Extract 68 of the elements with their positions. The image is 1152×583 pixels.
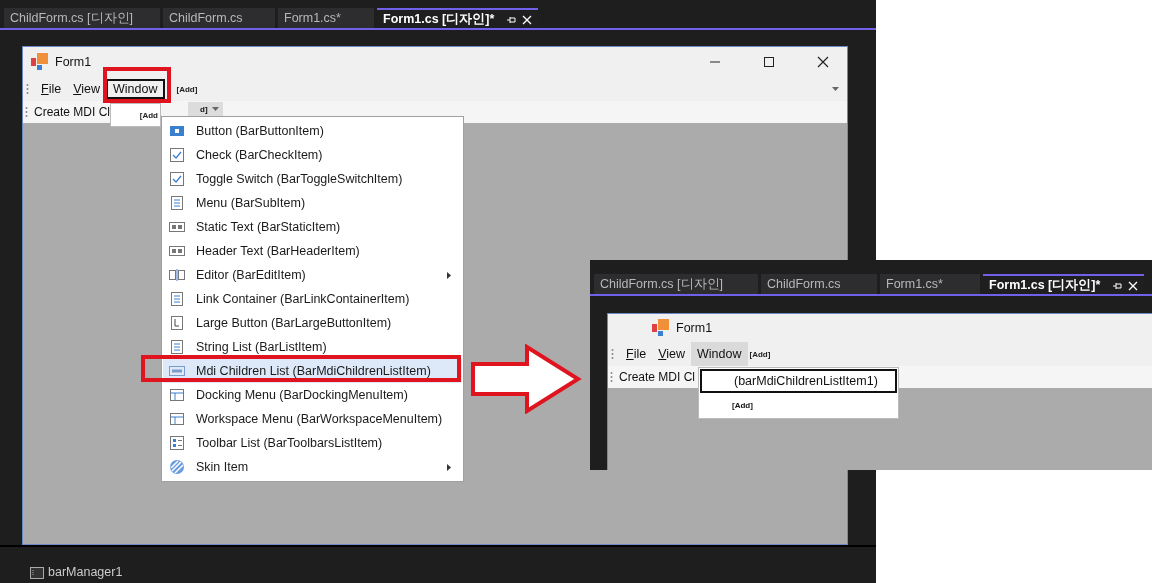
caret-icon[interactable] (832, 87, 839, 91)
grip-icon[interactable] (26, 83, 29, 95)
menu-item[interactable]: (barMdiChildrenListItem1) (700, 369, 897, 393)
window-icon (169, 387, 185, 403)
component-label[interactable]: barManager1 (48, 565, 123, 579)
menu-item[interactable]: View (652, 342, 692, 366)
menu-item[interactable]: Skin Item (163, 455, 462, 479)
button-icon (169, 123, 185, 139)
menu-item[interactable]: Header Text (BarHeaderItem) (163, 239, 462, 263)
highlight-frame (103, 67, 171, 103)
menu-item[interactable]: Link Container (BarLinkContainerItem) (163, 287, 462, 311)
menu-item[interactable]: File (35, 77, 68, 101)
grip-icon[interactable] (610, 371, 613, 383)
menu-item[interactable]: String List (BarListItem) (163, 335, 462, 359)
caret-icon[interactable] (211, 107, 219, 111)
menu-item[interactable]: Menu (BarSubItem) (163, 191, 462, 215)
document-tab[interactable]: Form1.cs* (880, 274, 980, 294)
window-title: Form1 (55, 55, 92, 69)
logo-icon (31, 53, 49, 71)
list-icon (169, 435, 185, 451)
document-tab[interactable]: ChildForm.cs (761, 274, 877, 294)
checkbox-icon (169, 171, 185, 187)
add-link[interactable]: [Add] (176, 84, 198, 94)
add-link[interactable]: [Add (139, 110, 158, 120)
menu-item[interactable]: File (620, 342, 653, 366)
menu-item[interactable]: Check (BarCheckItem) (163, 143, 462, 167)
add-dropdown[interactable]: d] (188, 102, 223, 116)
logo-icon (652, 319, 670, 337)
menu-item[interactable]: Toolbar List (BarToolbarsListItem) (163, 431, 462, 455)
document-tab[interactable]: Form1.cs [디자인]* (377, 8, 539, 28)
editor-icon (169, 267, 185, 283)
pin-icon[interactable] (506, 14, 517, 25)
menu-item[interactable]: Docking Menu (BarDockingMenuItem) (163, 383, 462, 407)
menu-item[interactable]: Window (106, 79, 165, 99)
menu-item[interactable]: Editor (BarEditItem) (163, 263, 462, 287)
add-link[interactable]: [Add] (749, 349, 771, 359)
menu-item[interactable]: Workspace Menu (BarWorkspaceMenuItem) (163, 407, 462, 431)
stripes-icon (169, 459, 185, 475)
menu-item[interactable]: Button (BarButtonItem) (163, 119, 462, 143)
menu-item[interactable]: Large Button (BarLargeButtonItem) (163, 311, 462, 335)
pin-icon[interactable] (1112, 280, 1123, 291)
text-field-icon (169, 219, 185, 235)
maximize-icon[interactable] (763, 56, 775, 68)
document-tab[interactable]: ChildForm.cs (163, 8, 275, 28)
component-icon (30, 567, 44, 579)
close-icon[interactable] (817, 56, 829, 68)
text-field-icon (169, 243, 185, 259)
toolbar-button[interactable]: Create MDI Cl (34, 105, 110, 119)
menu-item[interactable]: Window (691, 342, 748, 366)
list-icon (169, 195, 185, 211)
toolbar-button[interactable]: Create MDI Cl (619, 370, 695, 384)
list-icon (169, 291, 185, 307)
menu-item[interactable]: Static Text (BarStaticItem) (163, 215, 462, 239)
window-title: Form1 (676, 321, 713, 335)
document-tab[interactable]: ChildForm.cs [디자인] (4, 8, 160, 28)
window-icon (169, 411, 185, 427)
menu-item[interactable]: Toggle Switch (BarToggleSwitchItem) (163, 167, 462, 191)
box-icon (169, 315, 185, 331)
grip-icon[interactable] (25, 106, 28, 118)
add-link[interactable]: [Add] (700, 393, 897, 417)
mdi-icon (169, 363, 185, 379)
document-tab[interactable]: Form1.cs [디자인]* (983, 274, 1145, 294)
list-icon (169, 339, 185, 355)
document-tab[interactable]: Form1.cs* (278, 8, 374, 28)
checkbox-icon (169, 147, 185, 163)
document-tab[interactable]: ChildForm.cs [디자인] (594, 274, 758, 294)
menu-item[interactable]: View (67, 77, 107, 101)
grip-icon[interactable] (611, 348, 614, 360)
